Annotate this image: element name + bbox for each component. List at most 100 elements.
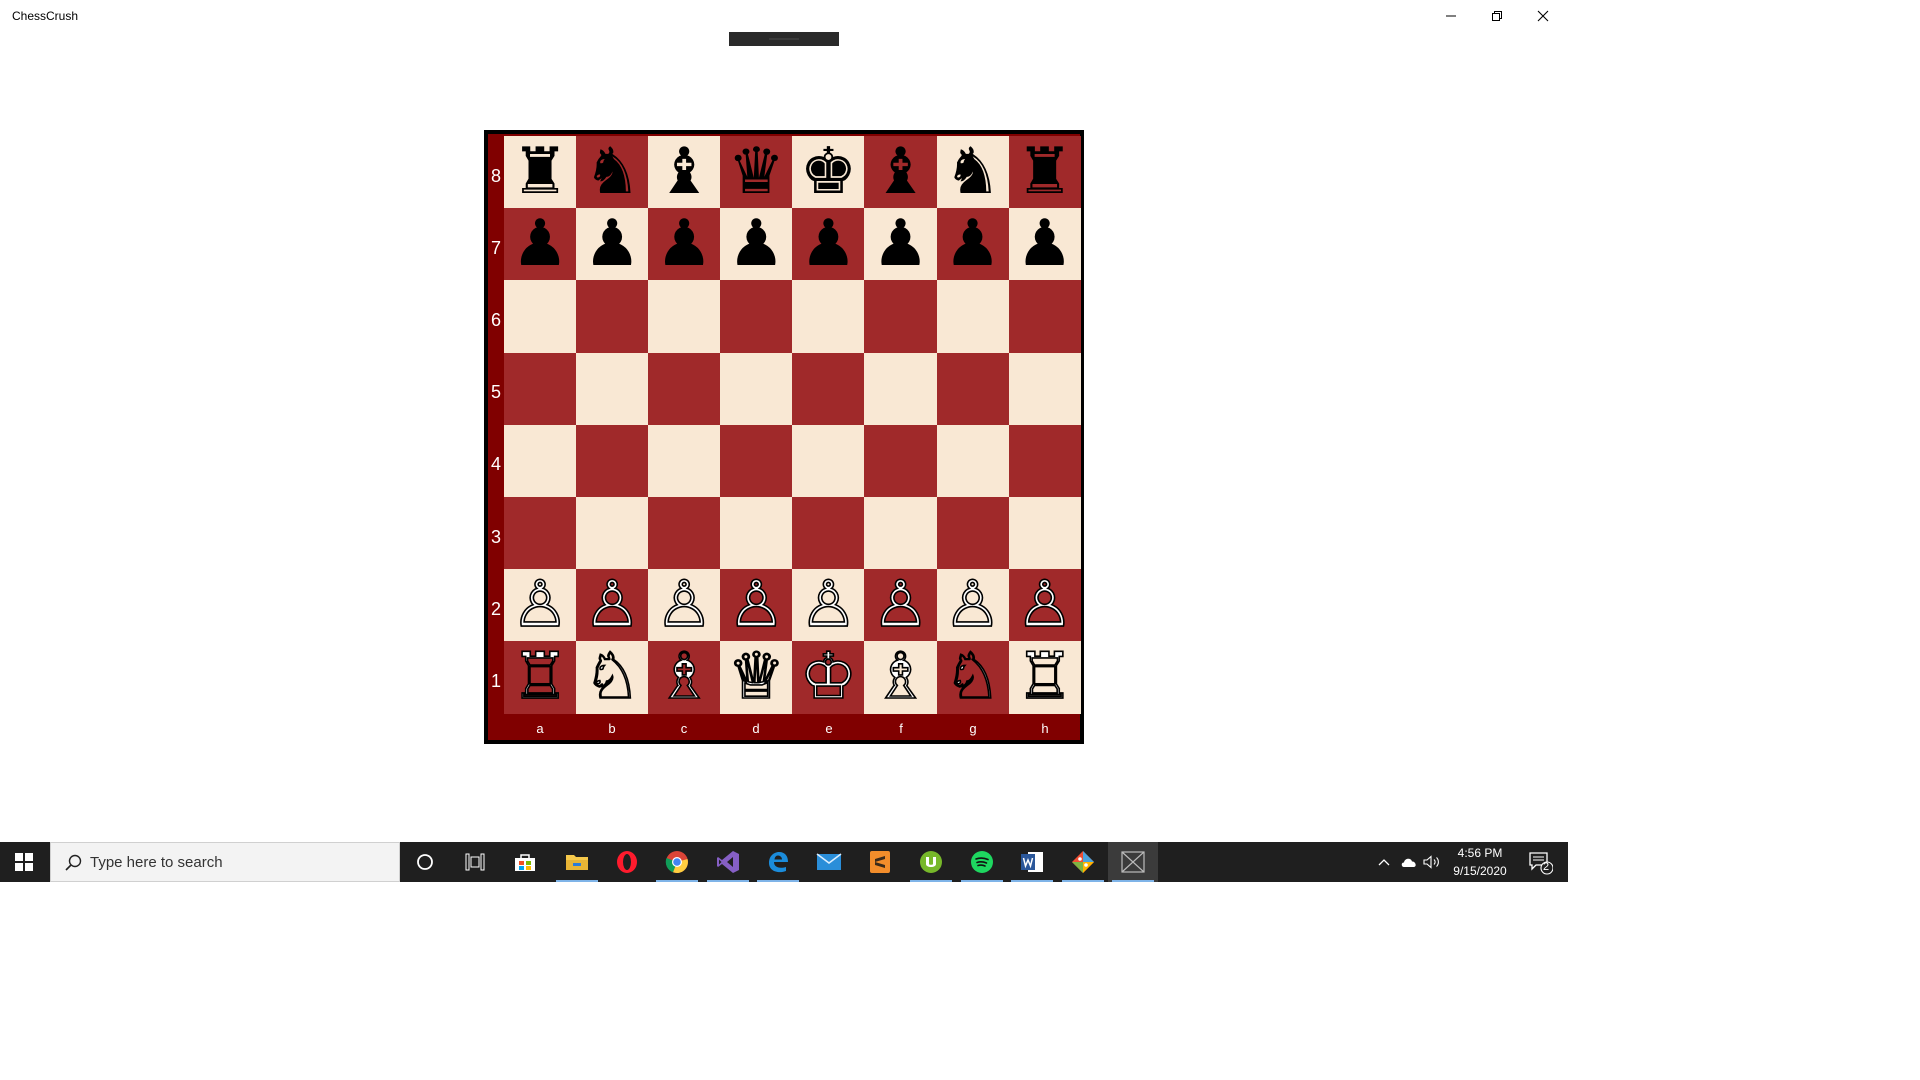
black-pawn-icon[interactable]: ♟: [583, 212, 640, 276]
square-f3[interactable]: [864, 496, 937, 570]
square-e8[interactable]: ♚: [792, 136, 865, 209]
black-pawn-icon[interactable]: ♟: [872, 212, 929, 276]
black-rook-icon[interactable]: ♜: [511, 140, 568, 204]
square-a8[interactable]: ♜: [504, 136, 577, 209]
square-c3[interactable]: [648, 496, 721, 570]
square-h3[interactable]: [1008, 496, 1081, 570]
square-a5[interactable]: [504, 352, 577, 425]
square-g4[interactable]: [936, 424, 1009, 497]
square-g2[interactable]: ♙: [936, 569, 1009, 642]
square-b8[interactable]: ♞: [576, 136, 649, 209]
mail-button[interactable]: [804, 842, 854, 882]
chesscrush-taskbar-button[interactable]: [1108, 842, 1158, 882]
black-knight-icon[interactable]: ♞: [583, 140, 640, 204]
drag-handle[interactable]: [729, 32, 839, 46]
black-pawn-icon[interactable]: ♟: [511, 212, 568, 276]
square-a7[interactable]: ♟: [504, 208, 577, 281]
close-button[interactable]: [1520, 0, 1566, 32]
opera-button[interactable]: [602, 842, 652, 882]
square-d3[interactable]: [720, 496, 793, 570]
square-d1[interactable]: ♕: [720, 641, 793, 714]
chess-board[interactable]: ♜ ♞ ♝ ♛ ♚ ♝ ♞ ♜ ♟ ♟ ♟ ♟ ♟ ♟ ♟ ♟ ♙ ♙ ♙ ♙ ♙ ♙ ♙ ♙ ♖ ♘ ♗ ♕ ♔ ♗ ♘ ♖: [504, 136, 1081, 714]
square-f5[interactable]: [864, 352, 937, 425]
square-h7[interactable]: ♟: [1008, 208, 1081, 281]
square-a4[interactable]: [504, 424, 577, 497]
show-hidden-icons-button[interactable]: [1374, 842, 1394, 882]
black-pawn-icon[interactable]: ♟: [728, 212, 785, 276]
square-d7[interactable]: ♟: [720, 208, 793, 281]
white-bishop-icon[interactable]: ♗: [871, 645, 930, 711]
square-g3[interactable]: [936, 496, 1009, 570]
square-e4[interactable]: [792, 424, 865, 497]
store-button[interactable]: [500, 842, 550, 882]
square-g8[interactable]: ♞: [936, 136, 1009, 209]
square-b4[interactable]: [576, 424, 649, 497]
square-c2[interactable]: ♙: [648, 569, 721, 642]
square-d4[interactable]: [720, 424, 793, 497]
square-f1[interactable]: ♗: [864, 641, 937, 714]
white-pawn-icon[interactable]: ♙: [1015, 572, 1074, 638]
square-c7[interactable]: ♟: [648, 208, 721, 281]
square-b2[interactable]: ♙: [576, 569, 649, 642]
black-pawn-icon[interactable]: ♟: [1016, 212, 1073, 276]
square-c6[interactable]: [648, 280, 721, 353]
white-king-icon[interactable]: ♔: [799, 645, 858, 711]
square-h2[interactable]: ♙: [1008, 569, 1081, 642]
square-f4[interactable]: [864, 424, 937, 497]
white-bishop-icon[interactable]: ♗: [655, 645, 714, 711]
restore-button[interactable]: [1474, 0, 1520, 32]
white-queen-icon[interactable]: ♕: [727, 645, 786, 711]
square-f8[interactable]: ♝: [864, 136, 937, 209]
white-rook-icon[interactable]: ♖: [1015, 645, 1074, 711]
spotify-button[interactable]: [957, 842, 1007, 882]
square-d5[interactable]: [720, 352, 793, 425]
white-rook-icon[interactable]: ♖: [511, 645, 570, 711]
black-pawn-icon[interactable]: ♟: [656, 212, 713, 276]
white-pawn-icon[interactable]: ♙: [727, 572, 786, 638]
square-e6[interactable]: [792, 280, 865, 353]
square-a2[interactable]: ♙: [504, 569, 577, 642]
black-queen-icon[interactable]: ♛: [728, 140, 785, 204]
black-king-icon[interactable]: ♚: [800, 140, 857, 204]
square-d2[interactable]: ♙: [720, 569, 793, 642]
square-h8[interactable]: ♜: [1008, 136, 1081, 209]
square-b6[interactable]: [576, 280, 649, 353]
square-c4[interactable]: [648, 424, 721, 497]
volume-button[interactable]: [1421, 842, 1443, 882]
visual-studio-button[interactable]: [703, 842, 753, 882]
black-pawn-icon[interactable]: ♟: [800, 212, 857, 276]
white-knight-icon[interactable]: ♘: [583, 645, 642, 711]
sublime-text-button[interactable]: [855, 842, 905, 882]
square-f7[interactable]: ♟: [864, 208, 937, 281]
square-c5[interactable]: [648, 352, 721, 425]
square-c8[interactable]: ♝: [648, 136, 721, 209]
utorrent-button[interactable]: [906, 842, 956, 882]
cortana-button[interactable]: [400, 842, 450, 882]
white-pawn-icon[interactable]: ♙: [943, 572, 1002, 638]
edge-button[interactable]: [753, 842, 803, 882]
file-explorer-button[interactable]: [552, 842, 602, 882]
square-a1[interactable]: ♖: [504, 641, 577, 714]
square-f2[interactable]: ♙: [864, 569, 937, 642]
square-h4[interactable]: [1008, 424, 1081, 497]
square-b5[interactable]: [576, 352, 649, 425]
white-pawn-icon[interactable]: ♙: [871, 572, 930, 638]
black-bishop-icon[interactable]: ♝: [656, 140, 713, 204]
chrome-button[interactable]: [652, 842, 702, 882]
git-button[interactable]: [1058, 842, 1108, 882]
square-b1[interactable]: ♘: [576, 641, 649, 714]
white-knight-icon[interactable]: ♘: [943, 645, 1002, 711]
square-a3[interactable]: [504, 496, 577, 570]
black-knight-icon[interactable]: ♞: [944, 140, 1001, 204]
onedrive-button[interactable]: [1397, 842, 1421, 882]
search-box[interactable]: Type here to search: [50, 842, 400, 882]
white-pawn-icon[interactable]: ♙: [511, 572, 570, 638]
square-h6[interactable]: [1008, 280, 1081, 353]
task-view-button[interactable]: [450, 842, 500, 882]
square-b7[interactable]: ♟: [576, 208, 649, 281]
minimize-button[interactable]: [1428, 0, 1474, 32]
square-e5[interactable]: [792, 352, 865, 425]
black-rook-icon[interactable]: ♜: [1016, 140, 1073, 204]
square-d8[interactable]: ♛: [720, 136, 793, 209]
start-button[interactable]: [0, 842, 48, 882]
